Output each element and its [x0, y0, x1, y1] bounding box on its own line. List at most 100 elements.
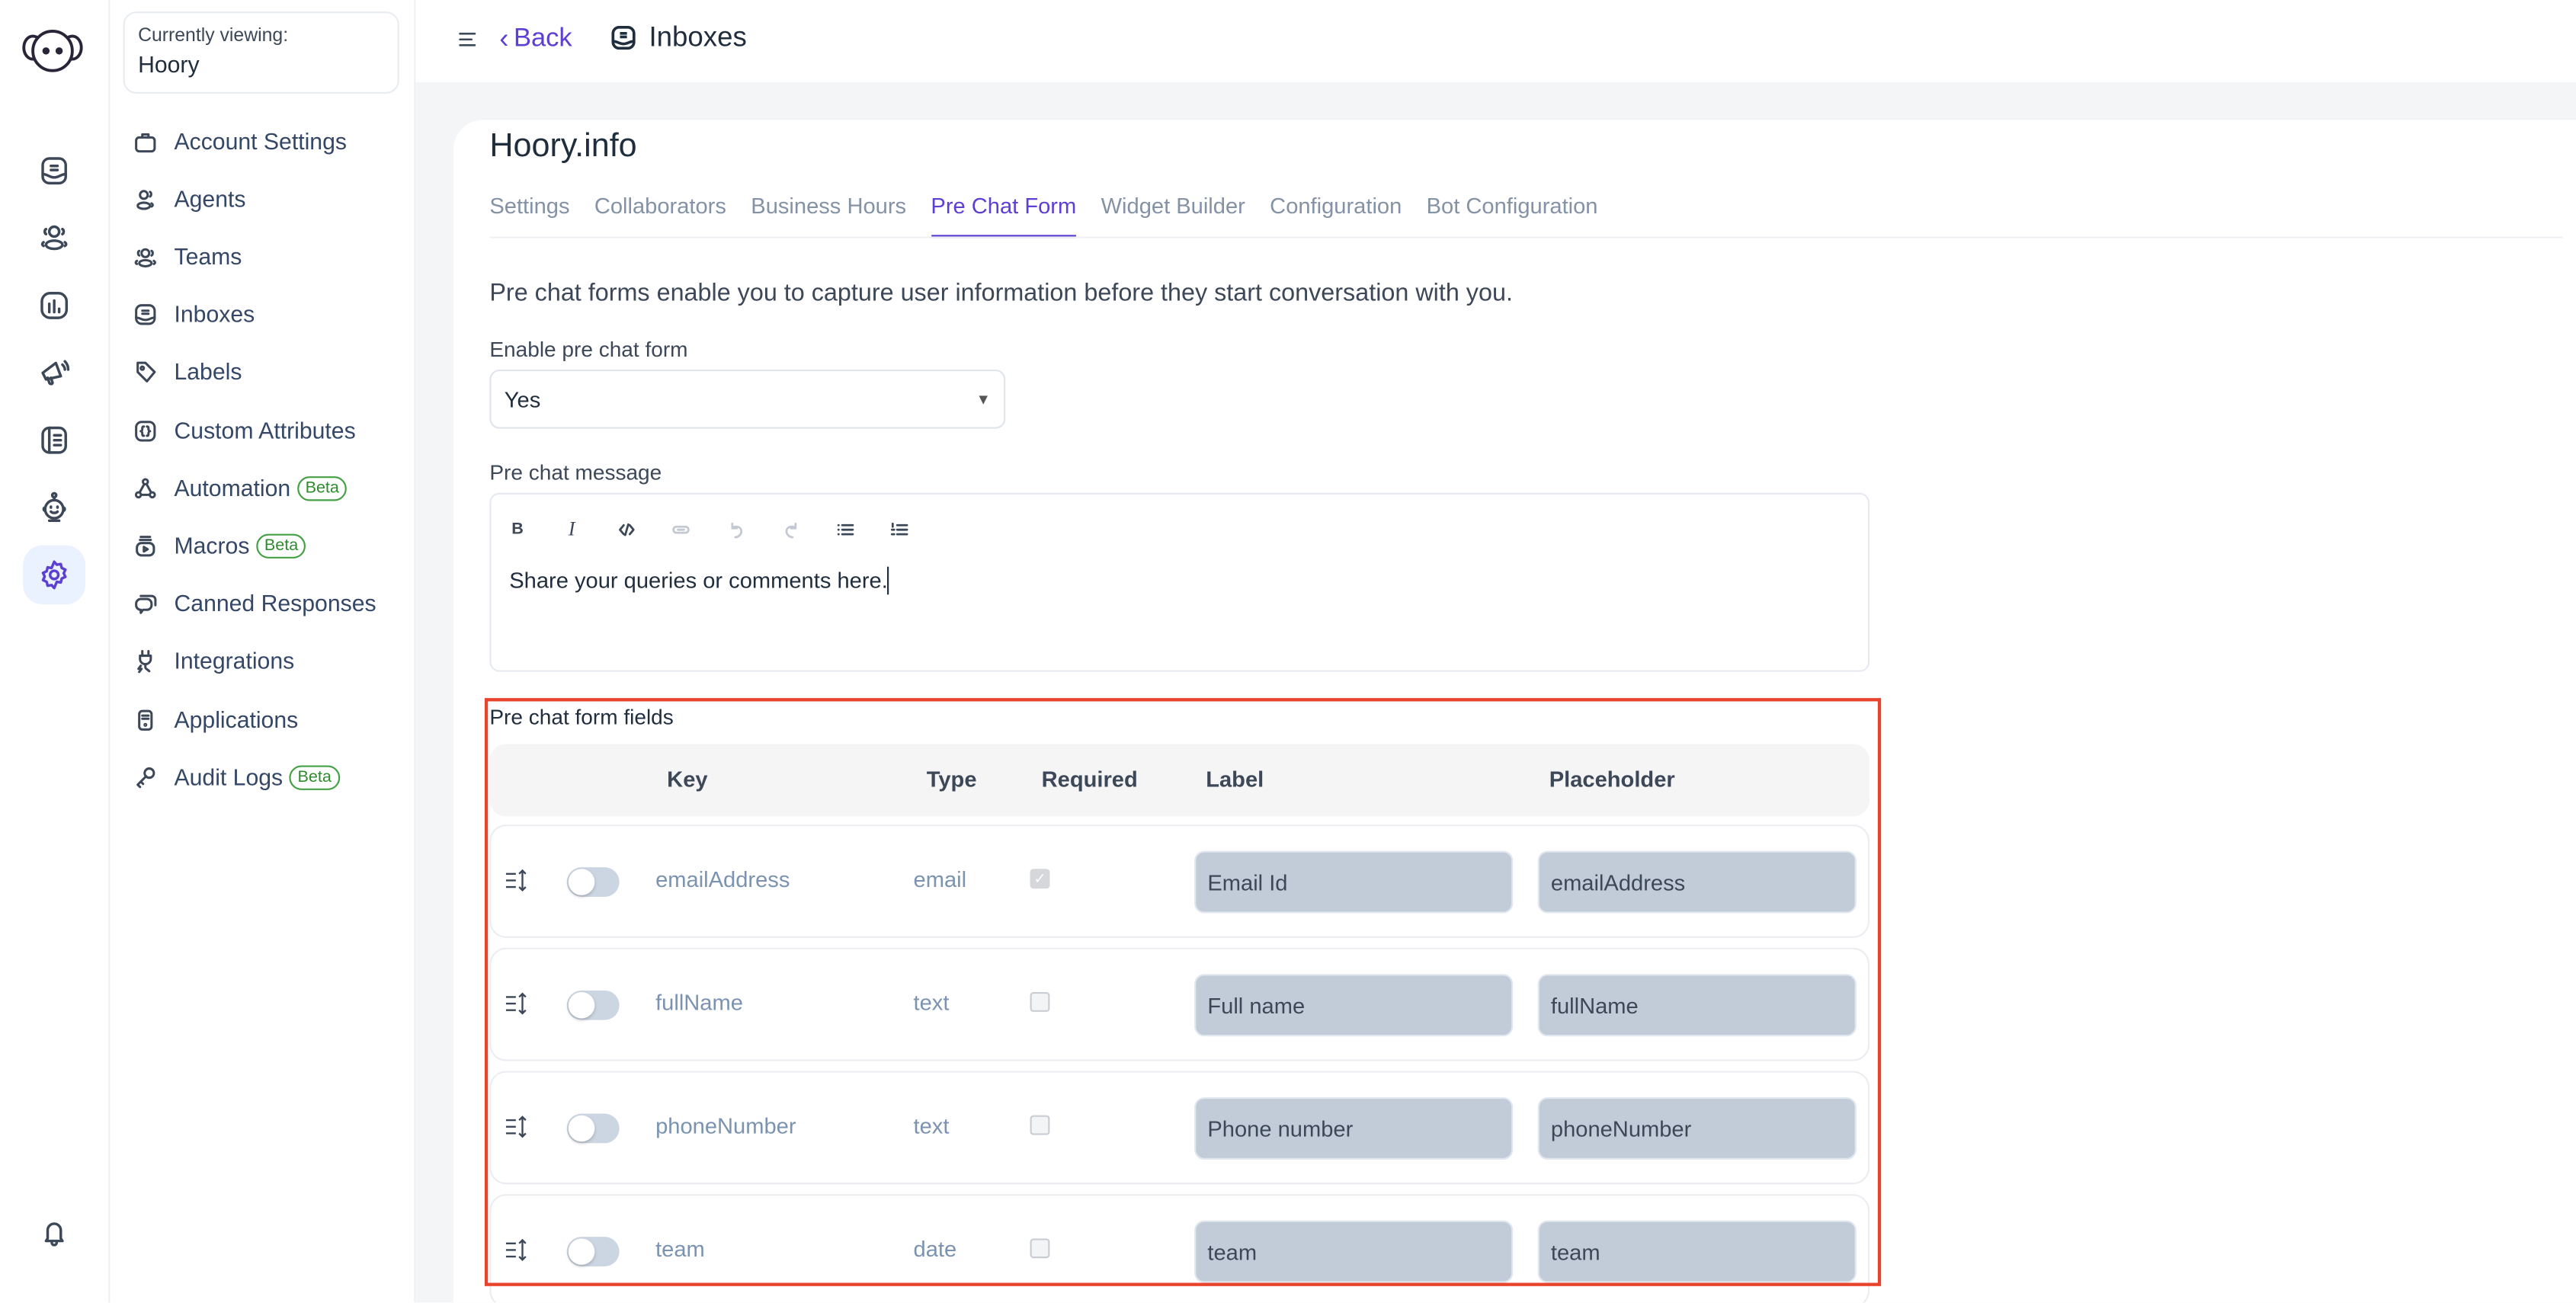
sidebar-item-label: Audit Logs	[174, 764, 284, 790]
plug-icon	[137, 648, 152, 673]
caret-down-icon: ▼	[976, 391, 991, 408]
sidebar-item-label: Macros	[174, 532, 250, 559]
sidebar-item-agents[interactable]: Agents	[133, 179, 246, 219]
nav-notifications[interactable]	[23, 1204, 85, 1263]
agents-icon	[136, 189, 154, 210]
beta-badge: Beta	[296, 475, 348, 501]
page-description: Pre chat forms enable you to capture use…	[489, 279, 1513, 308]
gear-icon	[41, 560, 67, 590]
chevron-left-icon: ‹	[499, 23, 509, 55]
book-icon	[41, 426, 67, 454]
sidebar-item-integrations[interactable]: Integrations	[133, 641, 295, 680]
inbox-icon	[135, 303, 156, 325]
italic-icon: I	[568, 516, 575, 540]
nav-contacts[interactable]	[23, 207, 85, 267]
sidebar-item-label: Agents	[174, 185, 246, 213]
breadcrumb: Inboxes	[610, 21, 747, 54]
link-button[interactable]	[668, 517, 691, 540]
breadcrumb-title: Inboxes	[649, 21, 747, 53]
ordered-list-button[interactable]	[887, 517, 910, 540]
tab-settings[interactable]: Settings	[489, 194, 569, 236]
nav-bot[interactable]	[23, 478, 85, 537]
inbox-icon	[41, 157, 67, 185]
nav-conversations[interactable]	[23, 141, 85, 200]
select-value: Yes	[504, 386, 541, 411]
enable-pre-chat-select[interactable]: Yes ▼	[489, 370, 1006, 429]
automation-icon	[134, 477, 156, 498]
inbox-icon	[611, 26, 636, 50]
nav-help-center[interactable]	[23, 411, 85, 470]
sidebar-item-label: Account Settings	[174, 128, 347, 155]
enable-pre-chat-label: Enable pre chat form	[489, 336, 688, 362]
tag-icon	[136, 360, 156, 382]
app-icon	[138, 709, 153, 730]
tabs-divider	[489, 236, 2563, 239]
sidebar-item-labels[interactable]: Labels	[133, 351, 242, 391]
sidebar-item-account-settings[interactable]: Account Settings	[133, 122, 347, 162]
settings-sidebar: Currently viewing: Hoory Account Setting…	[110, 0, 416, 1303]
reports-icon	[40, 292, 69, 319]
sidebar-item-label: Teams	[174, 243, 242, 270]
italic-button[interactable]: I	[560, 517, 583, 540]
sidebar-item-label: Applications	[174, 706, 299, 733]
back-button[interactable]: ‹ Back	[499, 23, 572, 56]
sidebar-item-custom-attributes[interactable]: Custom Attributes	[133, 411, 356, 450]
sidebar-item-inboxes[interactable]: Inboxes	[133, 294, 255, 334]
key-icon	[136, 766, 155, 788]
nav-settings[interactable]	[23, 545, 86, 605]
sidebar-item-label: Integrations	[174, 647, 295, 674]
editor-content[interactable]: Share your queries or comments here.	[509, 566, 889, 595]
highlight-box	[484, 698, 1882, 1286]
sidebar-item-label: Inboxes	[174, 300, 255, 327]
tab-widget-builder[interactable]: Widget Builder	[1101, 194, 1245, 236]
sidebar-item-applications[interactable]: Applications	[133, 700, 299, 739]
back-label: Back	[513, 24, 572, 53]
currently-viewing-label: Currently viewing:	[138, 26, 289, 46]
code-icon	[618, 522, 634, 536]
code-button[interactable]	[614, 517, 637, 540]
tab-configuration[interactable]: Configuration	[1270, 194, 1402, 236]
bot-icon	[42, 491, 66, 523]
ordered-list-icon	[889, 521, 908, 535]
teams-icon	[134, 247, 156, 267]
braces-icon	[135, 420, 156, 441]
sidebar-item-automation[interactable]: Automation Beta	[133, 468, 348, 507]
bullet-list-icon	[836, 523, 854, 535]
undo-button[interactable]	[725, 517, 748, 540]
undo-icon	[730, 521, 742, 538]
hoory-logo-icon	[22, 30, 83, 72]
account-switcher[interactable]: Currently viewing: Hoory	[123, 11, 399, 94]
sidebar-item-audit-logs[interactable]: Audit Logs Beta	[133, 757, 340, 797]
sidebar-item-label: Automation	[174, 474, 291, 501]
app-window: Currently viewing: Hoory Account Setting…	[0, 0, 2576, 1303]
tab-business-hours[interactable]: Business Hours	[751, 194, 906, 236]
menu-toggle-icon[interactable]	[458, 30, 478, 50]
nav-campaigns[interactable]	[23, 344, 85, 403]
beta-badge: Beta	[256, 533, 306, 558]
sidebar-item-label: Custom Attributes	[174, 417, 356, 444]
megaphone-icon	[41, 360, 70, 386]
briefcase-icon	[135, 132, 156, 152]
sidebar-item-teams[interactable]: Teams	[133, 236, 242, 276]
bold-button[interactable]: B	[506, 517, 529, 540]
bell-icon	[44, 1222, 64, 1247]
sidebar-item-label: Canned Responses	[174, 589, 376, 616]
tab-pre-chat-form[interactable]: Pre Chat Form	[931, 194, 1076, 239]
redo-button[interactable]	[779, 517, 802, 540]
page-title: Hoory.info	[489, 128, 637, 165]
pre-chat-message-editor[interactable]: B I Share your queries or comments here.	[489, 492, 1870, 672]
message-text: Share your queries or comments here.	[509, 568, 888, 594]
pre-chat-message-label: Pre chat message	[489, 459, 662, 485]
beta-badge: Beta	[289, 764, 340, 789]
chat-bubbles-icon	[135, 594, 157, 613]
settings-tabs: Settings Collaborators Business Hours Pr…	[489, 194, 1622, 239]
sidebar-item-macros[interactable]: Macros Beta	[133, 526, 306, 565]
logo[interactable]	[20, 23, 85, 78]
bullet-list-button[interactable]	[833, 517, 856, 540]
sidebar-item-label: Labels	[174, 357, 242, 385]
nav-reports[interactable]	[23, 276, 85, 335]
tab-bot-configuration[interactable]: Bot Configuration	[1427, 194, 1598, 236]
tab-collaborators[interactable]: Collaborators	[594, 194, 726, 236]
sidebar-item-canned-responses[interactable]: Canned Responses	[133, 583, 376, 623]
contacts-icon	[40, 225, 68, 251]
